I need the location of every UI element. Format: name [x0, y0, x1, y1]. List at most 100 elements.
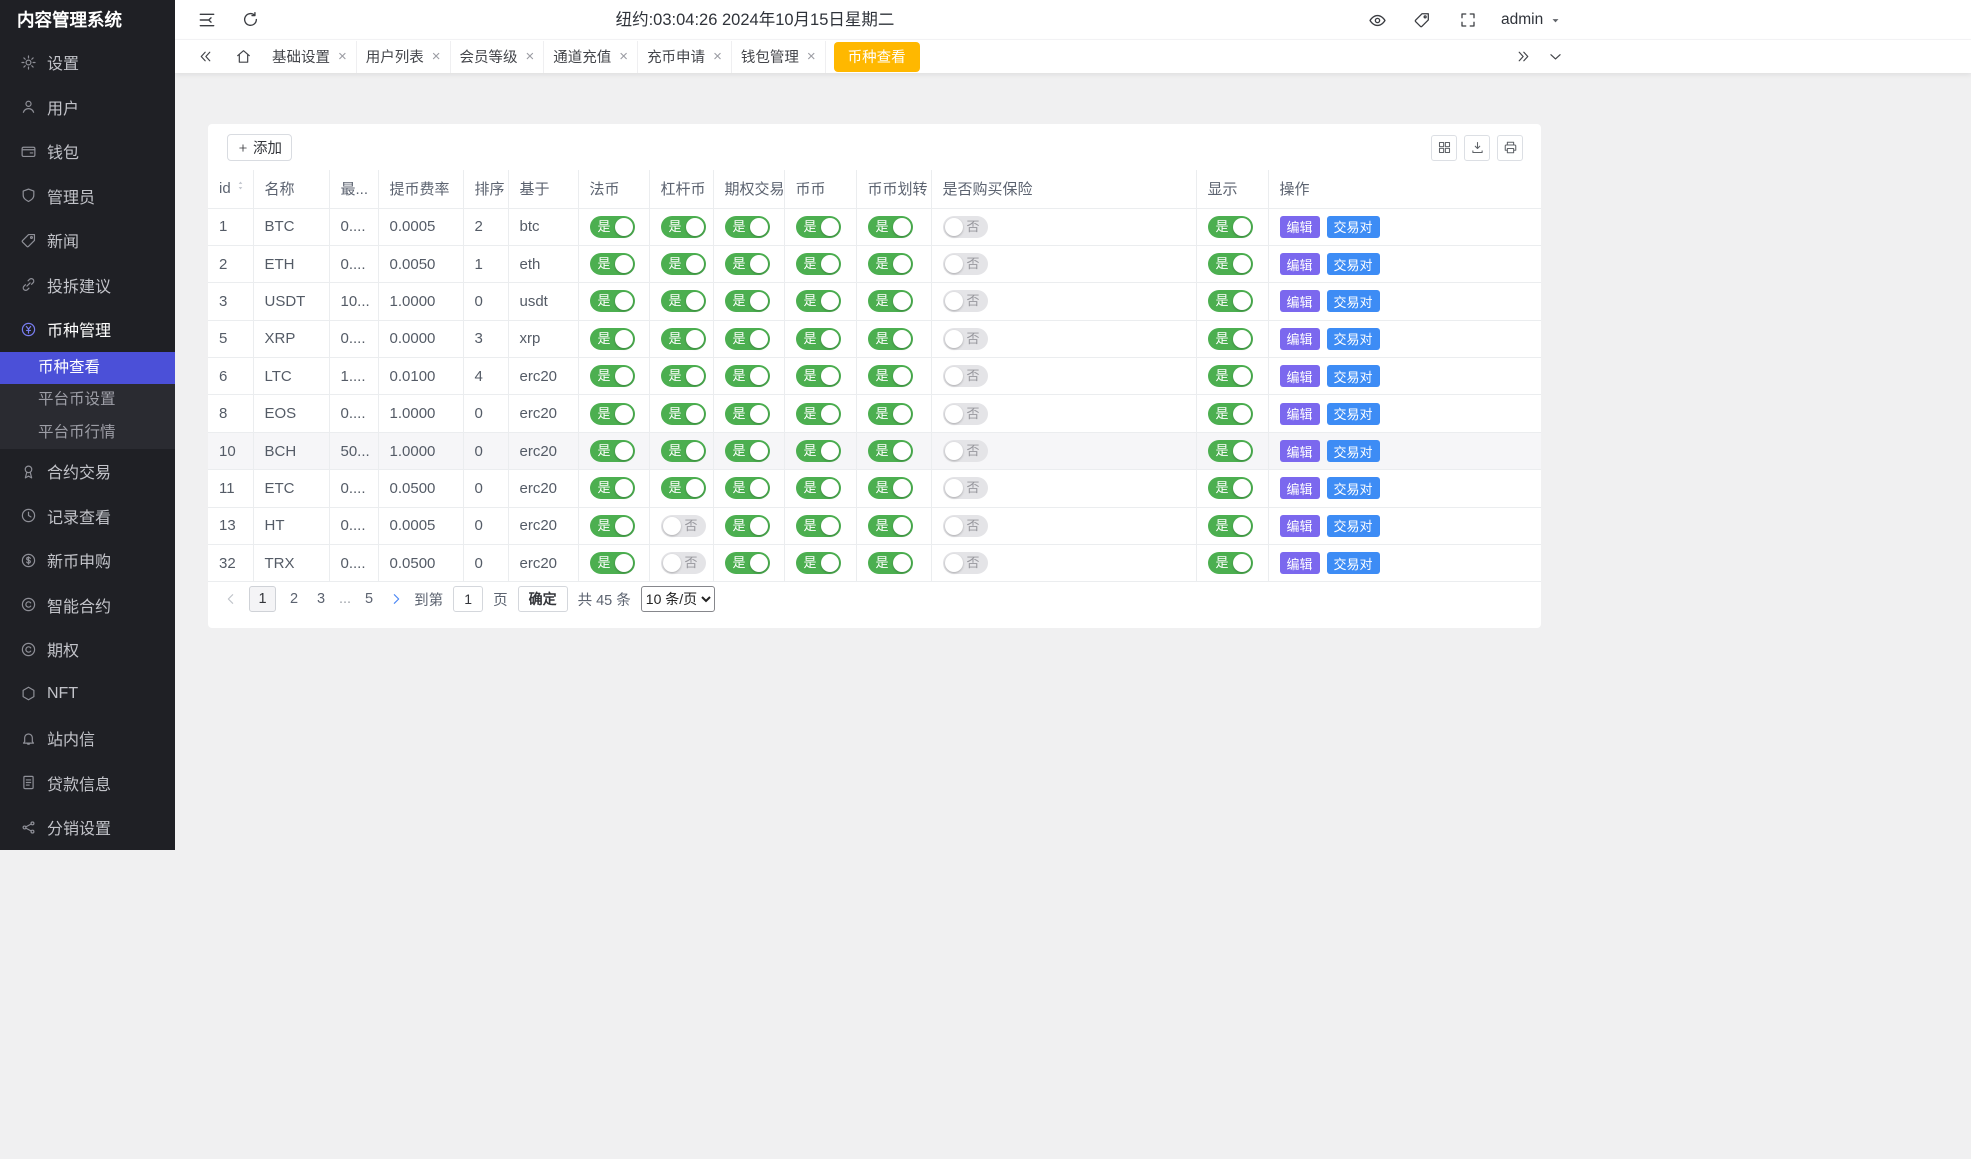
edit-button[interactable]: 编辑 [1280, 216, 1320, 238]
toggle-coin[interactable]: 是 [796, 515, 841, 537]
sidebar-item-wallet[interactable]: 钱包 [0, 129, 175, 174]
toggle-lever[interactable]: 是 [661, 290, 706, 312]
toggle-show[interactable]: 是 [1208, 328, 1253, 350]
toggle-option[interactable]: 是 [725, 552, 770, 574]
sidebar-item-distribution[interactable]: 分销设置 [0, 805, 175, 850]
sidebar-item-new-coin-subscribe[interactable]: 新币申购 [0, 538, 175, 583]
close-icon[interactable]: × [713, 49, 722, 64]
toggle-fiat[interactable]: 是 [590, 216, 635, 238]
pair-button[interactable]: 交易对 [1327, 552, 1380, 574]
page-5[interactable]: 5 [360, 586, 378, 612]
toggle-option[interactable]: 是 [725, 365, 770, 387]
toggle-lever[interactable]: 是 [661, 216, 706, 238]
toggle-lever[interactable]: 否 [661, 552, 706, 574]
sidebar-item-records[interactable]: 记录查看 [0, 494, 175, 539]
edit-button[interactable]: 编辑 [1280, 365, 1320, 387]
toggle-fiat[interactable]: 是 [590, 365, 635, 387]
toggle-show[interactable]: 是 [1208, 552, 1253, 574]
toggle-insurance[interactable]: 否 [943, 552, 988, 574]
toggle-coin[interactable]: 是 [796, 290, 841, 312]
confirm-button[interactable]: 确定 [518, 586, 568, 612]
tabs-menu-icon[interactable] [1547, 48, 1564, 65]
toggle-insurance[interactable]: 否 [943, 440, 988, 462]
sidebar-item-news[interactable]: 新闻 [0, 218, 175, 263]
user-menu[interactable]: admin [1501, 0, 1561, 40]
sidebar-item-messages[interactable]: 站内信 [0, 716, 175, 761]
toggle-lever[interactable]: 是 [661, 477, 706, 499]
sidebar-item-users[interactable]: 用户 [0, 85, 175, 130]
toggle-transfer[interactable]: 是 [868, 328, 913, 350]
sidebar-item-coin-manage[interactable]: 币种管理 [0, 307, 175, 352]
toggle-transfer[interactable]: 是 [868, 477, 913, 499]
toggle-show[interactable]: 是 [1208, 515, 1253, 537]
goto-page-input[interactable] [453, 586, 483, 612]
toggle-option[interactable]: 是 [725, 253, 770, 275]
add-button[interactable]: 添加 [227, 134, 292, 161]
tab-deposit-apply[interactable]: 充币申请× [638, 41, 732, 73]
toggle-insurance[interactable]: 否 [943, 290, 988, 312]
edit-button[interactable]: 编辑 [1280, 477, 1320, 499]
toggle-fiat[interactable]: 是 [590, 515, 635, 537]
toggle-option[interactable]: 是 [725, 290, 770, 312]
edit-button[interactable]: 编辑 [1280, 403, 1320, 425]
close-icon[interactable]: × [619, 49, 628, 64]
tag-icon[interactable] [1413, 11, 1431, 29]
pair-button[interactable]: 交易对 [1327, 328, 1380, 350]
pair-button[interactable]: 交易对 [1327, 440, 1380, 462]
tab-wallet-manage[interactable]: 钱包管理× [732, 41, 826, 73]
page-2[interactable]: 2 [285, 586, 303, 612]
toggle-fiat[interactable]: 是 [590, 477, 635, 499]
toggle-insurance[interactable]: 否 [943, 403, 988, 425]
sidebar-subitem-platform-coin-market[interactable]: 平台币行情 [0, 417, 175, 450]
next-page-icon[interactable] [388, 591, 404, 607]
toggle-insurance[interactable]: 否 [943, 253, 988, 275]
edit-button[interactable]: 编辑 [1280, 328, 1320, 350]
print-button[interactable] [1497, 135, 1523, 161]
refresh-icon[interactable] [241, 10, 260, 29]
toggle-fiat[interactable]: 是 [590, 328, 635, 350]
close-icon[interactable]: × [526, 49, 535, 64]
sort-icon[interactable] [235, 180, 246, 195]
toggle-option[interactable]: 是 [725, 440, 770, 462]
toggle-transfer[interactable]: 是 [868, 403, 913, 425]
edit-button[interactable]: 编辑 [1280, 290, 1320, 312]
toggle-option[interactable]: 是 [725, 403, 770, 425]
toggle-coin[interactable]: 是 [796, 552, 841, 574]
toggle-lever[interactable]: 是 [661, 365, 706, 387]
toggle-transfer[interactable]: 是 [868, 365, 913, 387]
close-icon[interactable]: × [338, 49, 347, 64]
toggle-lever[interactable]: 否 [661, 515, 706, 537]
toggle-option[interactable]: 是 [725, 216, 770, 238]
tabs-scroll-right-icon[interactable] [1515, 48, 1532, 65]
toggle-insurance[interactable]: 否 [943, 365, 988, 387]
home-icon[interactable] [235, 48, 252, 65]
toggle-coin[interactable]: 是 [796, 328, 841, 350]
toggle-show[interactable]: 是 [1208, 477, 1253, 499]
toggle-option[interactable]: 是 [725, 328, 770, 350]
toggle-fiat[interactable]: 是 [590, 403, 635, 425]
toggle-fiat[interactable]: 是 [590, 440, 635, 462]
toggle-coin[interactable]: 是 [796, 477, 841, 499]
sidebar-item-loan-info[interactable]: 贷款信息 [0, 761, 175, 806]
tab-member-level[interactable]: 会员等级× [451, 41, 545, 73]
toggle-coin[interactable]: 是 [796, 365, 841, 387]
toggle-transfer[interactable]: 是 [868, 440, 913, 462]
toggle-fiat[interactable]: 是 [590, 290, 635, 312]
pair-button[interactable]: 交易对 [1327, 403, 1380, 425]
toggle-insurance[interactable]: 否 [943, 328, 988, 350]
edit-button[interactable]: 编辑 [1280, 515, 1320, 537]
toggle-show[interactable]: 是 [1208, 365, 1253, 387]
edit-button[interactable]: 编辑 [1280, 440, 1320, 462]
toggle-coin[interactable]: 是 [796, 216, 841, 238]
tab-channel-recharge[interactable]: 通道充值× [544, 41, 638, 73]
toggle-insurance[interactable]: 否 [943, 216, 988, 238]
pair-button[interactable]: 交易对 [1327, 365, 1380, 387]
toggle-lever[interactable]: 是 [661, 253, 706, 275]
tabs-scroll-left-icon[interactable] [197, 48, 214, 65]
toggle-show[interactable]: 是 [1208, 253, 1253, 275]
edit-button[interactable]: 编辑 [1280, 253, 1320, 275]
toggle-transfer[interactable]: 是 [868, 253, 913, 275]
export-button[interactable] [1464, 135, 1490, 161]
pair-button[interactable]: 交易对 [1327, 477, 1380, 499]
tab-basic-settings[interactable]: 基础设置× [263, 41, 357, 73]
